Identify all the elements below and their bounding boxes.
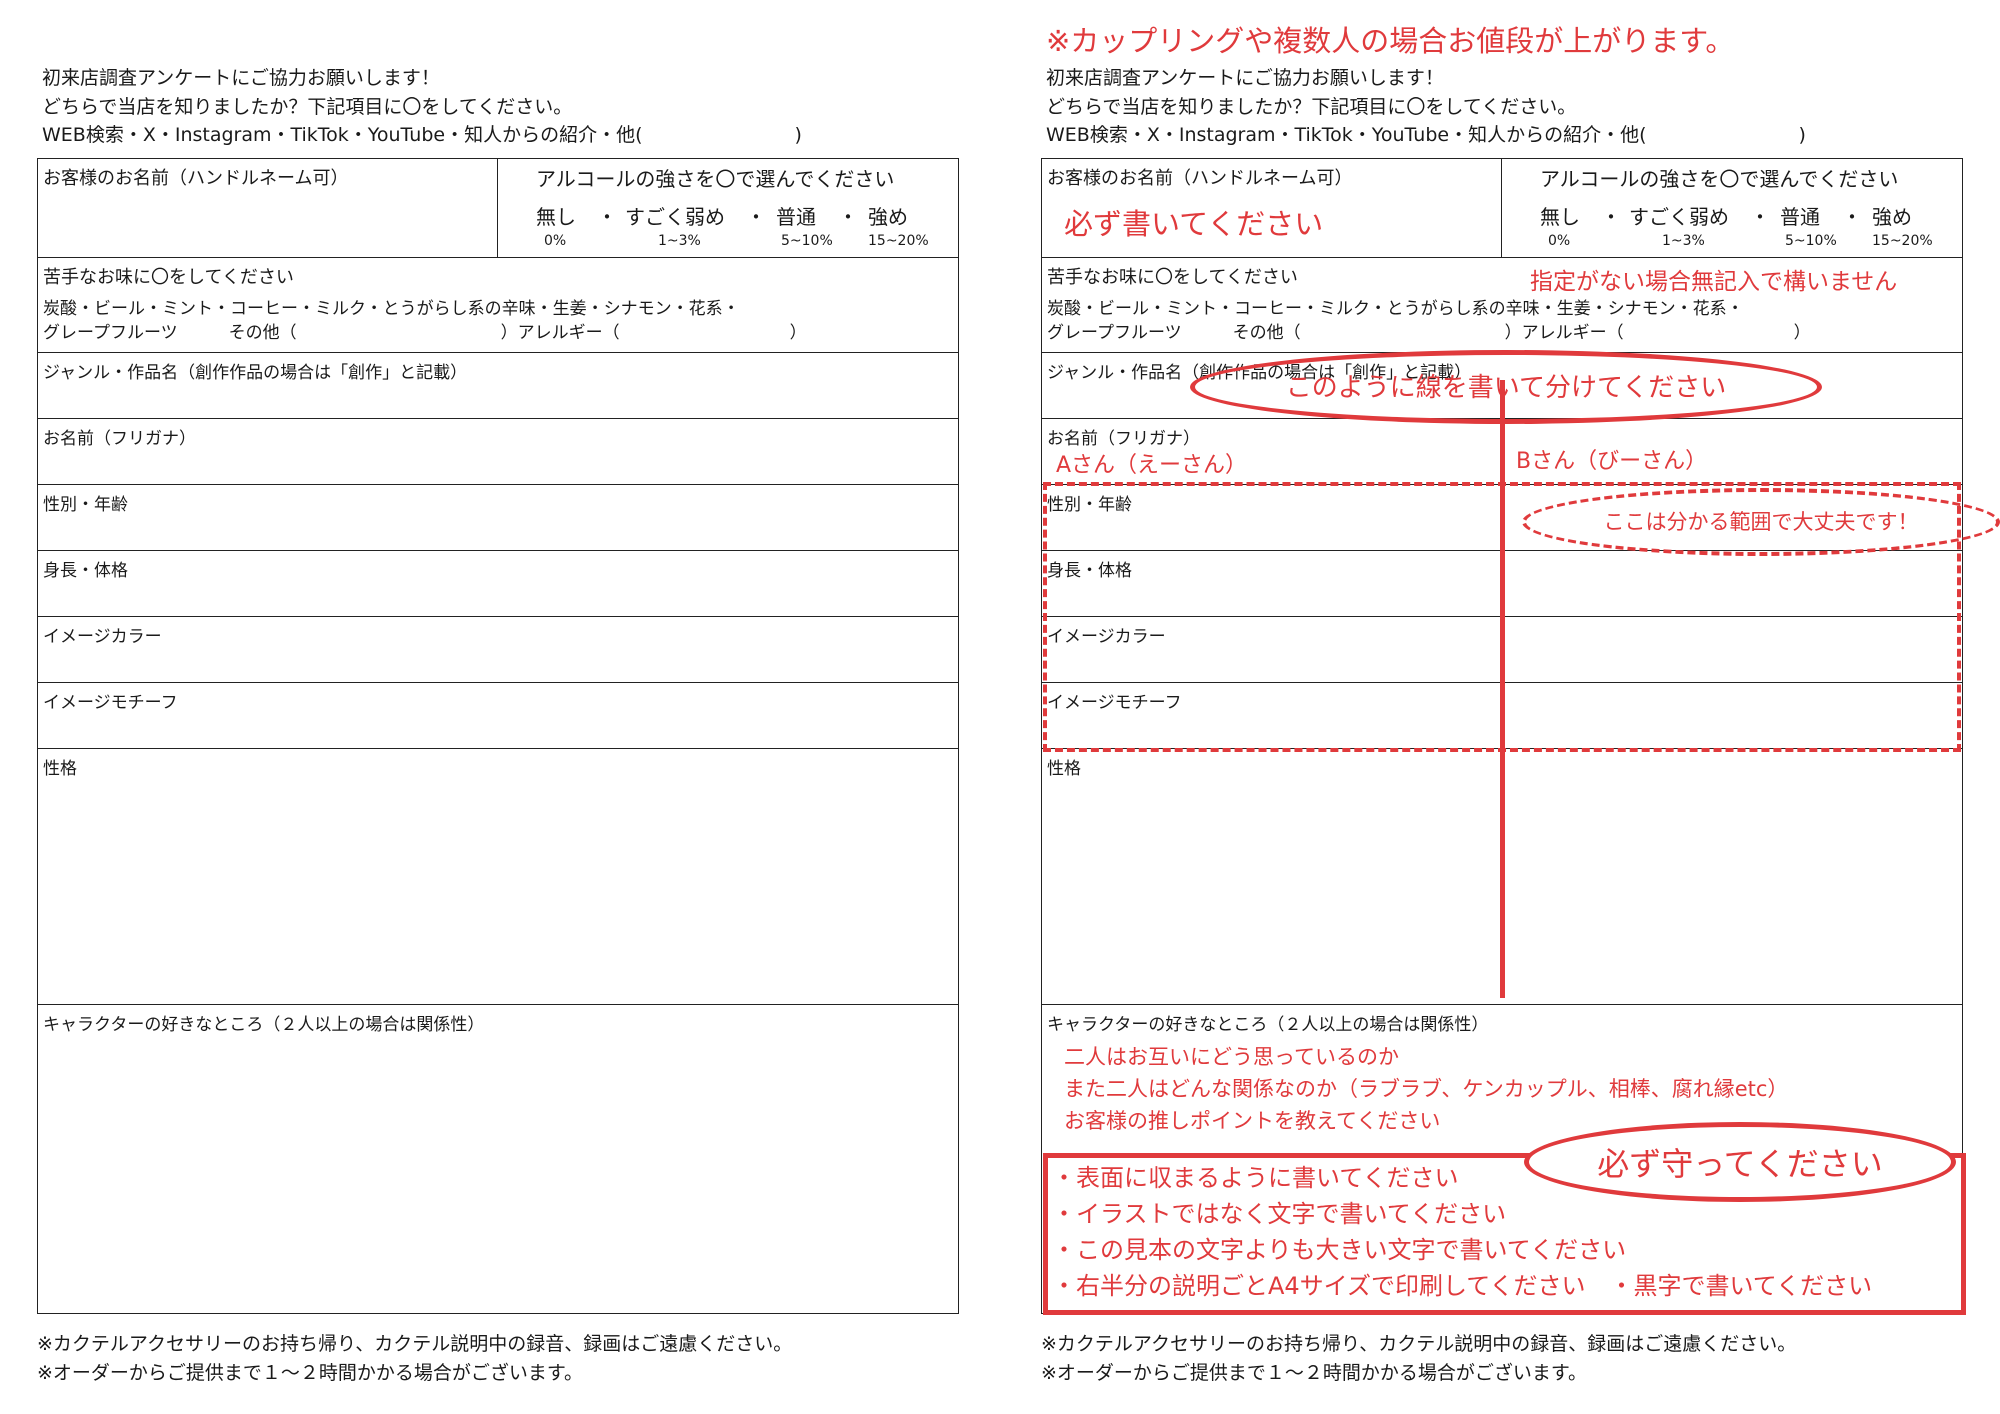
character-likes-label: キャラクターの好きなところ（２人以上の場合は関係性） [1047,1015,1489,1035]
footnote-2: ※オーダーからご提供まで１～２時間かかる場合がございます。 [37,1362,584,1384]
dislike-options-line-2: グレープフルーツ その他（ ）アレルギー（ ） [43,323,807,343]
alcohol-strength-label: アルコールの強さを〇で選んでください [536,167,895,191]
name-field-label: お客様のお名前（ハンドルネーム可） [43,168,349,189]
dislike-options-line-1: 炭酸・ビール・ミント・コーヒー・ミルク・とうがらし系の辛味・生姜・シナモン・花系… [43,299,740,319]
alcohol-option-very-weak[interactable]: すごく弱め [625,201,725,230]
alcohol-range-very-weak: 1~3% [1662,233,1705,249]
option-separator: ・ [1601,205,1621,229]
rule-item-4: ・右半分の説明ごとA4サイズで印刷してください ・黒字で書いてください [1052,1272,1873,1300]
price-note: ※カップリングや複数人の場合お値段が上がります。 [1046,24,1735,58]
image-color-label: イメージカラー [43,627,162,647]
alcohol-strength-cell: アルコールの強さを〇で選んでください 無し ・ すごく弱め ・ 普通 ・ 強め … [1502,159,1962,257]
divide-note: このように線を書いて分けてください [1285,373,1727,403]
alcohol-option-strong[interactable]: 強め [1872,201,1912,230]
genre-row: ジャンル・作品名（創作作品の場合は「創作」と記載） [38,353,958,419]
option-separator: ・ [597,205,617,229]
name-field-label: お客様のお名前（ハンドルネーム可） [1047,168,1353,189]
option-separator: ・ [1842,205,1862,229]
character-likes-row: キャラクターの好きなところ（２人以上の場合は関係性） [38,1005,958,1315]
alcohol-option-normal[interactable]: 普通 [776,201,816,230]
alcohol-range-very-weak: 1~3% [658,233,701,249]
furigana-label: お名前（フリガナ） [43,429,196,449]
height-build-row: 身長・体格 [38,551,958,617]
dislike-flavor-label: 苦手なお味に〇をしてください [1047,267,1298,288]
image-color-row: イメージカラー [38,617,958,683]
alcohol-option-very-weak[interactable]: すごく弱め [1629,201,1729,230]
name-alcohol-row: お客様のお名前（ハンドルネーム可） アルコールの強さを〇で選んでください 無し … [38,159,958,258]
alcohol-strength-cell: アルコールの強さを〇で選んでください 無し ・ すごく弱め ・ 普通 ・ 強め … [498,159,958,257]
character-likes-label: キャラクターの好きなところ（２人以上の場合は関係性） [43,1015,485,1035]
intro-line-1: 初来店調査アンケートにご協力お願いします！ [42,67,440,89]
image-motif-row: イメージモチーフ [38,683,958,749]
intro-line-2: どちらで当店を知りましたか？下記項目に〇をしてください。 [42,95,573,118]
genre-label: ジャンル・作品名（創作作品の場合は「創作」と記載） [43,363,468,383]
alcohol-option-none[interactable]: 無し [536,201,576,230]
survey-intro: 初来店調査アンケートにご協力お願いします！ どちらで当店を知りましたか？下記項目… [42,64,802,150]
rule-item-3: ・この見本の文字よりも大きい文字で書いてください [1052,1236,1627,1264]
height-build-label: 身長・体格 [43,561,128,581]
alcohol-range-normal: 5~10% [781,233,833,249]
footnote-1: ※カクテルアクセサリーのお持ち帰り、カクテル説明中の録音、録画はご遠慮ください。 [37,1333,793,1355]
alcohol-option-normal[interactable]: 普通 [1780,201,1820,230]
image-motif-label: イメージモチーフ [43,693,178,713]
dislike-options-line-1: 炭酸・ビール・ミント・コーヒー・ミルク・とうがらし系の辛味・生姜・シナモン・花系… [1047,299,1744,319]
dislike-flavor-row: 苦手なお味に〇をしてください 炭酸・ビール・ミント・コーヒー・ミルク・とうがらし… [38,258,958,353]
range-note: ここは分かる範囲で大丈夫です！ [1603,510,1919,534]
alcohol-range-none: 0% [544,233,567,249]
dislike-options-line-2: グレープフルーツ その他（ ）アレルギー（ ） [1047,323,1811,343]
option-separator: ・ [746,205,766,229]
dislike-flavor-row: 苦手なお味に〇をしてください 指定がない場合無記入で構いません 炭酸・ビール・ミ… [1042,258,1962,353]
personality-label: 性格 [43,759,77,779]
blank-form-sheet: 初来店調査アンケートにご協力お願いします！ どちらで当店を知りましたか？下記項目… [0,0,1000,1414]
example-form-sheet: ※カップリングや複数人の場合お値段が上がります。 初来店調査アンケートにご協力お… [1004,0,2000,1414]
gender-age-row: 性別・年齢 [38,485,958,551]
dislike-flavor-label: 苦手なお味に〇をしてください [43,267,294,288]
alcohol-strength-label: アルコールの強さを〇で選んでください [1540,167,1899,191]
option-separator: ・ [838,205,858,229]
furigana-row: お名前（フリガナ） [38,419,958,485]
option-separator: ・ [1750,205,1770,229]
name-alcohol-row: お客様のお名前（ハンドルネーム可） 必ず書いてください アルコールの強さを〇で選… [1042,159,1962,258]
intro-line-3: WEB検索・X・Instagram・TikTok・YouTube・知人からの紹介… [1046,124,1806,146]
alcohol-option-none[interactable]: 無し [1540,201,1580,230]
person-b-example: Bさん（びーさん） [1516,449,1708,474]
alcohol-option-strong[interactable]: 強め [868,201,908,230]
personality-label: 性格 [1047,759,1081,779]
alcohol-range-strong: 15~20% [1872,233,1933,249]
intro-line-3: WEB検索・X・Instagram・TikTok・YouTube・知人からの紹介… [42,124,802,146]
personality-row: 性格 [38,749,958,1005]
alcohol-range-normal: 5~10% [1785,233,1837,249]
gender-age-label: 性別・年齢 [43,495,128,515]
alcohol-range-strong: 15~20% [868,233,929,249]
dislike-optional-note: 指定がない場合無記入で構いません [1530,269,1898,295]
rules-title: 必ず守ってください [1597,1145,1883,1183]
intro-line-2: どちらで当店を知りましたか？下記項目に〇をしてください。 [1046,95,1577,118]
name-required-note: 必ず書いてください [1064,207,1324,241]
footnote-1: ※カクテルアクセサリーのお持ち帰り、カクテル説明中の録音、録画はご遠慮ください。 [1041,1333,1797,1355]
alcohol-range-none: 0% [1548,233,1571,249]
relationship-line-2: また二人はどんな関係なのか（ラブラブ、ケンカップル、相棒、腐れ縁etc） [1064,1077,1789,1101]
footnote-2: ※オーダーからご提供まで１～２時間かかる場合がございます。 [1041,1362,1588,1384]
intro-line-1: 初来店調査アンケートにご協力お願いします！ [1046,67,1444,89]
person-a-example: Aさん（えーさん） [1056,453,1248,478]
order-form-table: お客様のお名前（ハンドルネーム可） アルコールの強さを〇で選んでください 無し … [37,158,959,1314]
furigana-label: お名前（フリガナ） [1047,429,1200,449]
survey-intro: 初来店調査アンケートにご協力お願いします！ どちらで当店を知りましたか？下記項目… [1046,64,1806,150]
footnotes: ※カクテルアクセサリーのお持ち帰り、カクテル説明中の録音、録画はご遠慮ください。… [1041,1330,1796,1388]
footnotes: ※カクテルアクセサリーのお持ち帰り、カクテル説明中の録音、録画はご遠慮ください。… [37,1330,792,1388]
relationship-line-1: 二人はお互いにどう思っているのか [1064,1045,1399,1069]
